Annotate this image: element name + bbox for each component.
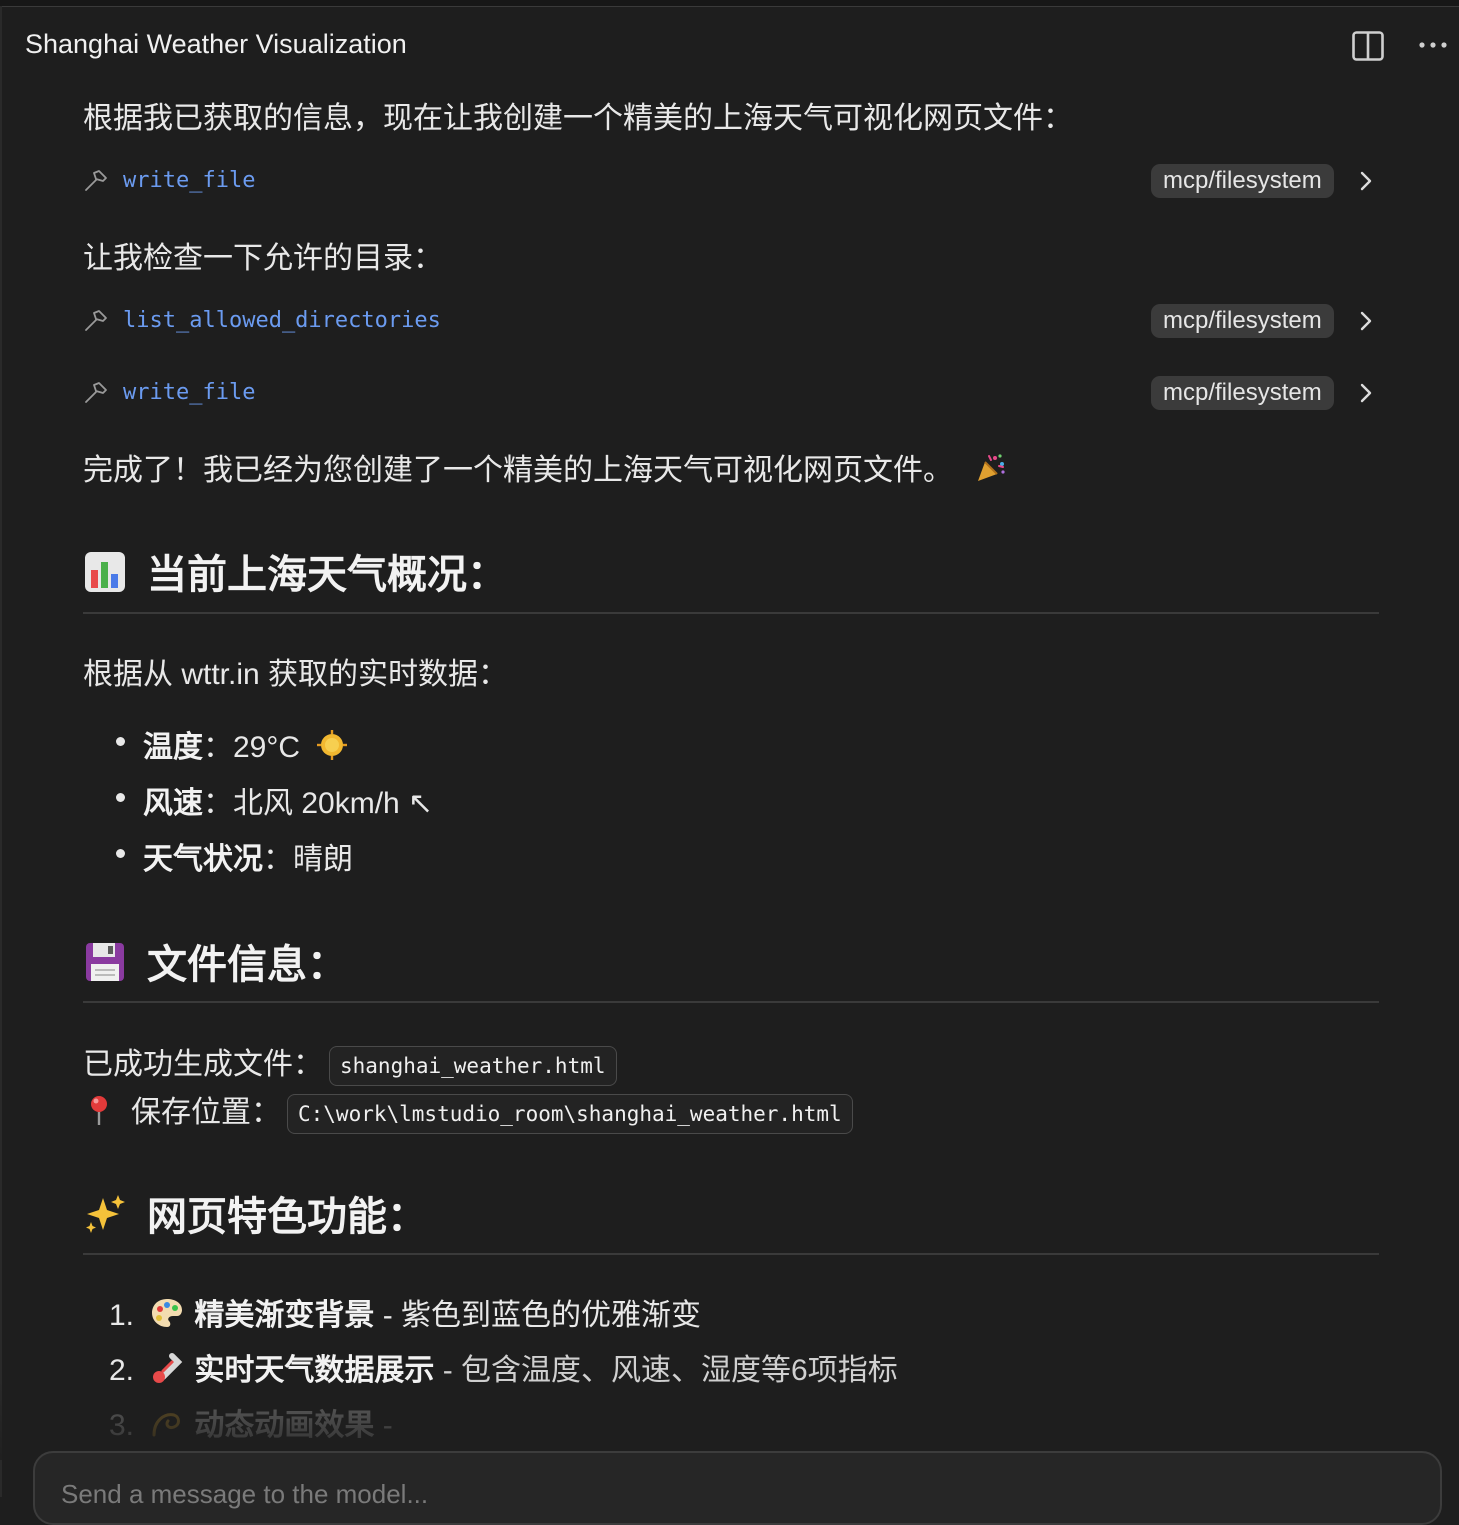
done-message: 完成了！我已经为您创建了一个精美的上海天气可视化网页文件。 xyxy=(83,454,953,487)
chevron-right-icon xyxy=(1360,311,1372,331)
bar-chart-icon xyxy=(85,552,125,592)
weather-divider xyxy=(83,612,1379,614)
item-number: 3. xyxy=(109,1409,135,1442)
hammer-icon xyxy=(85,382,107,403)
chevron-right-icon xyxy=(1360,171,1372,191)
item-number: 2. xyxy=(109,1354,135,1387)
weather-heading: 当前上海天气概况： xyxy=(83,542,507,600)
feature-title: 精美渐变背景 xyxy=(194,1299,375,1332)
generated-label: 已成功生成文件： xyxy=(83,1048,323,1081)
bullet-dot xyxy=(116,849,125,858)
item-value: 29°C xyxy=(233,731,301,764)
tool-call-write-file-1[interactable]: write_file mcp/filesystem xyxy=(83,162,1379,202)
palette-icon xyxy=(152,1299,183,1327)
filename-code: shanghai_weather.html xyxy=(329,1046,617,1087)
feature-item-2: 2. 实时天气数据展示 - 包含温度、风速、湿度等6项指标 xyxy=(109,1345,898,1389)
feature-desc: - xyxy=(374,1409,393,1442)
check-dirs-text: 让我检查一下允许的目录： xyxy=(83,242,443,275)
split-view-button[interactable] xyxy=(1350,28,1386,64)
chat-title: Shanghai Weather Visualization xyxy=(25,29,407,59)
item-separator: ： xyxy=(203,731,233,764)
party-popper-icon xyxy=(978,454,1005,481)
sun-icon xyxy=(317,730,348,760)
weather-item-condition: 天气状况：晴朗 xyxy=(143,834,353,878)
features-heading-text: 网页特色功能： xyxy=(147,1195,427,1239)
item-separator: ： xyxy=(263,843,293,876)
done-text: 完成了！我已经为您创建了一个精美的上海天气可视化网页文件。 xyxy=(83,445,1007,489)
feature-title: 动态动画效果 xyxy=(194,1409,375,1442)
item-label: 温度 xyxy=(143,731,203,764)
floppy-disk-icon xyxy=(86,943,124,981)
file-divider xyxy=(83,1001,1379,1003)
dizzy-icon xyxy=(152,1413,181,1437)
file-heading-text: 文件信息： xyxy=(147,943,347,987)
pushpin-icon xyxy=(91,1096,107,1125)
item-label: 天气状况 xyxy=(143,843,263,876)
message-input[interactable] xyxy=(59,1473,1363,1515)
path-code: C:\work\lmstudio_room\shanghai_weather.h… xyxy=(287,1094,853,1135)
tool-name: list_allowed_directories xyxy=(123,308,441,333)
thermometer-icon xyxy=(153,1353,183,1383)
window-top-border xyxy=(0,0,1459,7)
weather-source-text: 根据从 wttr.in 获取的实时数据： xyxy=(83,658,509,691)
feature-item-1: 1. 精美渐变背景 - 紫色到蓝色的优雅渐变 xyxy=(109,1290,701,1334)
window-left-border xyxy=(0,6,2,1497)
file-heading: 文件信息： xyxy=(83,932,347,990)
item-label: 风速 xyxy=(143,787,203,820)
generated-file-line: 已成功生成文件： shanghai_weather.html xyxy=(83,1039,617,1087)
split-view-icon xyxy=(1352,31,1384,61)
weather-item-temperature: 温度：29°C xyxy=(143,722,348,766)
feature-desc: - 包含温度、风速、湿度等6项指标 xyxy=(434,1354,898,1387)
feature-title: 实时天气数据展示 xyxy=(194,1354,435,1387)
bullet-dot xyxy=(116,793,125,802)
bullet-dot xyxy=(116,737,125,746)
tool-call-list-allowed-directories[interactable]: list_allowed_directories mcp/filesystem xyxy=(83,302,1379,342)
features-divider xyxy=(83,1253,1379,1255)
tool-source-badge: mcp/filesystem xyxy=(1151,164,1334,198)
item-separator: ： xyxy=(203,787,233,820)
tool-name: write_file xyxy=(123,168,256,193)
tool-name: write_file xyxy=(123,380,256,405)
item-value: 北风 20km/h ↖ xyxy=(233,787,434,820)
sparkles-icon xyxy=(86,1195,125,1233)
hammer-icon xyxy=(85,170,107,191)
more-options-button[interactable] xyxy=(1414,28,1452,64)
chevron-right-icon xyxy=(1360,383,1372,403)
chat-header: Shanghai Weather Visualization xyxy=(0,7,1459,79)
save-location-line: 保存位置： C:\work\lmstudio_room\shanghai_weat… xyxy=(83,1087,853,1135)
tool-call-write-file-2[interactable]: write_file mcp/filesystem xyxy=(83,374,1379,414)
hammer-icon xyxy=(85,310,107,331)
tool-source-badge: mcp/filesystem xyxy=(1151,376,1334,410)
feature-desc: - 紫色到蓝色的优雅渐变 xyxy=(374,1299,702,1332)
weather-heading-text: 当前上海天气概况： xyxy=(147,553,507,597)
location-label: 保存位置： xyxy=(131,1096,281,1129)
features-heading: 网页特色功能： xyxy=(83,1184,427,1242)
tool-source-badge: mcp/filesystem xyxy=(1151,304,1334,338)
feature-item-3: 3. 动态动画效果 - xyxy=(109,1400,393,1444)
more-dots-icon xyxy=(1419,42,1447,48)
intro-text: 根据我已获取的信息，现在让我创建一个精美的上海天气可视化网页文件： xyxy=(83,102,1073,135)
weather-item-wind: 风速：北风 20km/h ↖ xyxy=(143,778,433,822)
item-number: 1. xyxy=(109,1299,135,1332)
message-composer[interactable] xyxy=(33,1451,1442,1525)
item-value: 晴朗 xyxy=(293,843,353,876)
